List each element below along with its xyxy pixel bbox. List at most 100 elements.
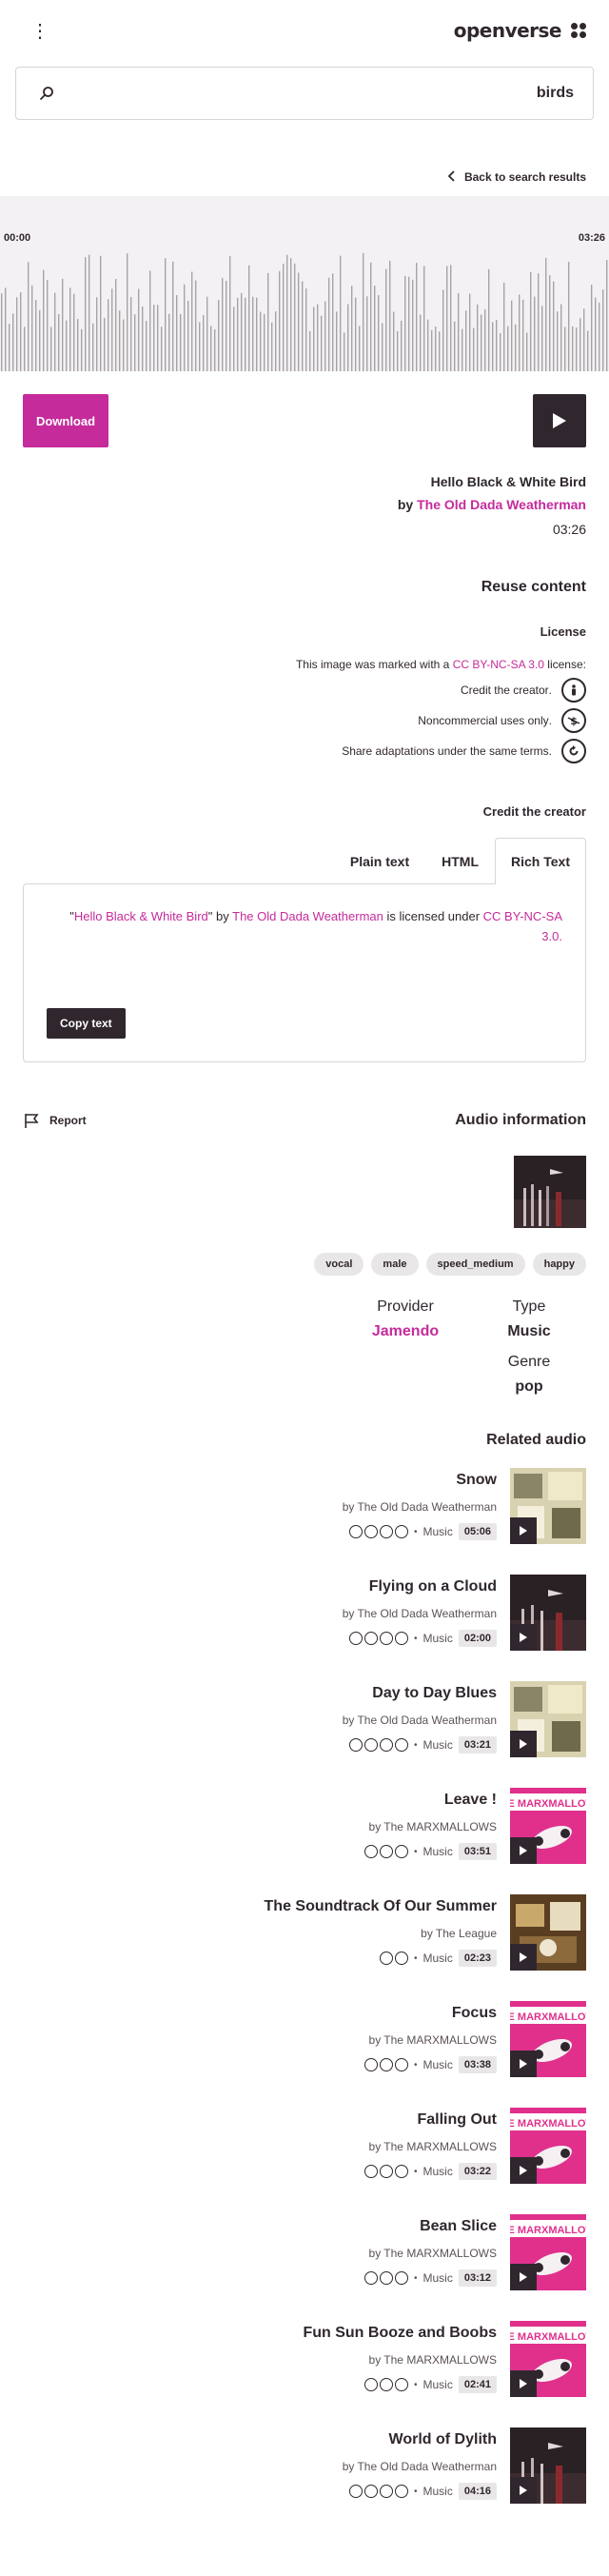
- related-creator: by The Old Dada Weatherman: [342, 2460, 497, 2473]
- play-icon: [520, 2272, 527, 2282]
- tag[interactable]: speed_medium: [425, 1253, 525, 1276]
- related-cover: [510, 2427, 586, 2504]
- related-title[interactable]: The Soundtrack Of Our Summer: [23, 1898, 497, 1915]
- attribution-creator-link[interactable]: The Old Dada Weatherman: [232, 909, 383, 923]
- related-audio-item[interactable]: World of Dylith by The Old Dada Weatherma…: [23, 2427, 586, 2534]
- cc-by-mini-icon: [380, 2378, 393, 2391]
- related-play-button[interactable]: [510, 2264, 537, 2290]
- related-audio-item[interactable]: Snow by The Old Dada Weatherman 05:06 Music…: [23, 1468, 586, 1575]
- provider-cell: Provider Jamendo: [339, 1298, 472, 1340]
- separator-dot: •: [414, 2379, 418, 2390]
- tab-plain-text[interactable]: Plain text: [334, 838, 425, 883]
- waveform[interactable]: 00:00 03:26: [0, 196, 609, 371]
- search-icon[interactable]: [35, 82, 58, 105]
- separator-dot: •: [414, 1739, 418, 1751]
- cc-nc-mini-icon: [364, 2485, 378, 2498]
- tag[interactable]: vocal: [314, 1253, 364, 1276]
- total-time: 03:26: [578, 232, 605, 244]
- menu-button[interactable]: ⋮: [23, 13, 57, 48]
- tab-html[interactable]: HTML: [425, 838, 495, 883]
- related-audio-item[interactable]: THE MARXMALLOWS Falling Out by The MARXMAL…: [23, 2108, 586, 2214]
- attribution-license-link[interactable]: CC BY-NC-SA: [483, 909, 562, 923]
- back-to-results-link[interactable]: Back to search results: [0, 120, 609, 196]
- cc-nc-icon: $: [561, 708, 586, 733]
- related-title[interactable]: Focus: [23, 2005, 497, 2022]
- related-audio-item[interactable]: Flying on a Cloud by The Old Dada Weather…: [23, 1575, 586, 1681]
- related-play-button[interactable]: [510, 1624, 537, 1651]
- search-bar[interactable]: birds: [15, 67, 594, 120]
- related-audio-item[interactable]: The Soundtrack Of Our Summer by The Leagu…: [23, 1894, 586, 2001]
- related-play-button[interactable]: [510, 1944, 537, 1971]
- track-duration: 03:26: [552, 522, 586, 537]
- related-title[interactable]: Bean Slice: [23, 2218, 497, 2235]
- play-icon: [520, 1739, 527, 1749]
- cc-mini-icon: [395, 1632, 408, 1645]
- related-title[interactable]: Fun Sun Booze and Boobs: [23, 2325, 497, 2342]
- attribution-licensed: is licensed under: [386, 909, 481, 923]
- related-play-button[interactable]: [510, 1517, 537, 1544]
- attribution-title-link[interactable]: Hello Black & White Bird: [74, 909, 208, 923]
- cc-mini-icon: [395, 1525, 408, 1538]
- related-title[interactable]: Falling Out: [23, 2111, 497, 2129]
- related-cover: THE MARXMALLOWS: [510, 1788, 586, 1864]
- tag[interactable]: happy: [532, 1253, 586, 1276]
- related-audio-item[interactable]: THE MARXMALLOWS Focus by The MARXMALLOWS 03…: [23, 2001, 586, 2108]
- logo[interactable]: openverse: [454, 19, 586, 42]
- cc-by-mini-icon: [380, 2485, 393, 2498]
- track-title: Hello Black & White Bird: [430, 474, 586, 489]
- cc-by-mini-icon: [380, 1738, 393, 1752]
- related-audio-item[interactable]: THE MARXMALLOWS Bean Slice by The MARXMALL…: [23, 2214, 586, 2321]
- play-icon: [520, 2059, 527, 2069]
- related-audio-list: Snow by The Old Dada Weatherman 05:06 Music…: [0, 1449, 609, 2534]
- related-category: Music: [422, 2271, 453, 2285]
- related-play-button[interactable]: [510, 2051, 537, 2077]
- related-title[interactable]: Snow: [23, 1472, 497, 1489]
- provider-link[interactable]: Jamendo: [339, 1323, 472, 1340]
- related-play-button[interactable]: [510, 2370, 537, 2397]
- credit-tabs: Rich Text HTML Plain text: [0, 819, 609, 884]
- related-cover: THE MARXMALLOWS: [510, 2214, 586, 2290]
- attribution-license-version[interactable]: .3.0: [541, 929, 562, 943]
- play-icon: [553, 413, 566, 428]
- related-title[interactable]: ! Leave: [23, 1792, 497, 1809]
- related-play-button[interactable]: [510, 1731, 537, 1757]
- related-license-icons: [364, 1845, 408, 1858]
- related-title[interactable]: Day to Day Blues: [23, 1685, 497, 1702]
- related-audio-item[interactable]: THE MARXMALLOWS ! Leave by The MARXMALLOWS…: [23, 1788, 586, 1894]
- provider-label: Provider: [377, 1298, 434, 1315]
- cc-mini-icon: [395, 2378, 408, 2391]
- copy-text-button[interactable]: Copy text: [47, 1008, 126, 1039]
- related-license-icons: [380, 1952, 408, 1965]
- related-category: Music: [422, 2485, 453, 2498]
- tag[interactable]: male: [371, 1253, 419, 1276]
- cc-mini-icon: [395, 1845, 408, 1858]
- related-creator: by The Old Dada Weatherman: [342, 1607, 497, 1620]
- cc-by-mini-icon: [380, 1632, 393, 1645]
- related-title[interactable]: Flying on a Cloud: [23, 1578, 497, 1595]
- related-play-button[interactable]: [510, 2477, 537, 2504]
- cc-nc-mini-icon: [364, 1525, 378, 1538]
- related-cover: [510, 1894, 586, 1971]
- separator-dot: •: [414, 2166, 418, 2177]
- license-term: .Credit the creator: [0, 671, 609, 703]
- related-audio-item[interactable]: Day to Day Blues by The Old Dada Weatherm…: [23, 1681, 586, 1788]
- related-title[interactable]: World of Dylith: [23, 2431, 497, 2448]
- creator-link[interactable]: The Old Dada Weatherman: [417, 497, 586, 512]
- related-play-button[interactable]: [510, 1837, 537, 1864]
- credit-panel: Hello Black & White Bird" by The Old Dad…: [23, 883, 586, 1062]
- cc-mini-icon: [395, 2165, 408, 2178]
- download-button[interactable]: Download: [23, 394, 108, 447]
- report-button[interactable]: Report: [23, 1112, 87, 1129]
- play-icon: [520, 1633, 527, 1642]
- license-link[interactable]: CC BY-NC-SA 3.0: [453, 658, 544, 671]
- search-input[interactable]: birds: [537, 85, 574, 102]
- cc-sa-mini-icon: [364, 2271, 378, 2285]
- tab-rich-text[interactable]: Rich Text: [495, 838, 586, 884]
- cc-sa-mini-icon: [364, 2058, 378, 2071]
- play-button[interactable]: [533, 394, 586, 447]
- license-term: $ .Noncommercial uses only: [0, 702, 609, 733]
- related-play-button[interactable]: [510, 2157, 537, 2184]
- related-cover: THE MARXMALLOWS: [510, 2321, 586, 2397]
- related-audio-item[interactable]: THE MARXMALLOWS Fun Sun Booze and Boobs by…: [23, 2321, 586, 2427]
- related-cover: [510, 1681, 586, 1757]
